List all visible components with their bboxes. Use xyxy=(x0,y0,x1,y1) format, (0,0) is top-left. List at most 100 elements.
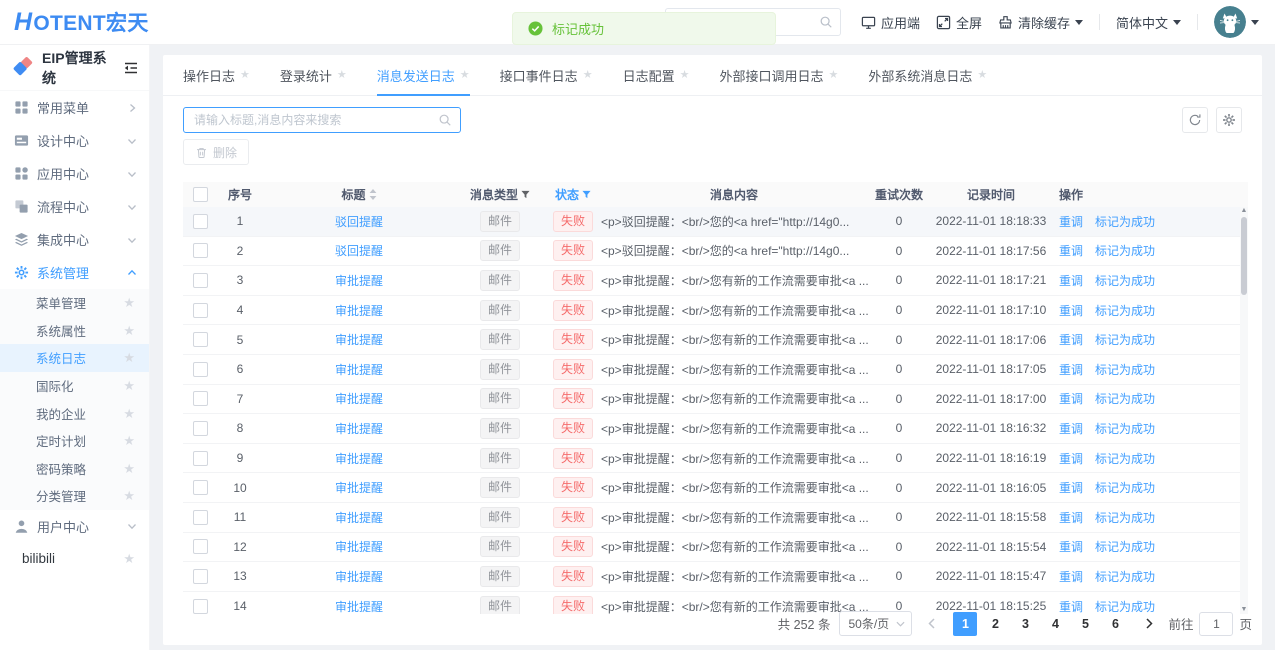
favorite-star-icon[interactable]: ★ xyxy=(828,70,838,81)
clear-cache-button[interactable]: 清除缓存 xyxy=(998,13,1083,32)
search-icon[interactable] xyxy=(819,15,833,29)
sidebar-subitem[interactable]: 国际化★ xyxy=(0,372,149,400)
retry-action-link[interactable]: 重调 xyxy=(1059,361,1083,378)
row-checkbox[interactable] xyxy=(193,510,208,525)
prev-page-button[interactable] xyxy=(921,612,941,636)
tab-2[interactable]: 登录统计★ xyxy=(280,55,347,95)
scroll-up-arrow[interactable]: ▲ xyxy=(1240,207,1248,215)
mark-success-action-link[interactable]: 标记为成功 xyxy=(1095,568,1155,585)
column-header-status[interactable]: 状态 xyxy=(545,186,601,203)
user-menu[interactable] xyxy=(1214,6,1259,38)
retry-action-link[interactable]: 重调 xyxy=(1059,213,1083,230)
message-title-link[interactable]: 审批提醒 xyxy=(335,274,383,288)
fullscreen-button[interactable]: 全屏 xyxy=(936,13,982,32)
tab-7[interactable]: 外部系统消息日志★ xyxy=(868,55,987,95)
message-title-link[interactable]: 审批提醒 xyxy=(335,570,383,584)
tab-4[interactable]: 接口事件日志★ xyxy=(500,55,593,95)
sort-icon[interactable] xyxy=(369,189,377,200)
search-icon[interactable] xyxy=(438,113,452,127)
message-title-link[interactable]: 驳回提醒 xyxy=(335,244,383,258)
sidebar-subitem[interactable]: 我的企业★ xyxy=(0,399,149,427)
retry-action-link[interactable]: 重调 xyxy=(1059,479,1083,496)
mark-success-action-link[interactable]: 标记为成功 xyxy=(1095,213,1155,230)
sidebar-subitem[interactable]: 密码策略★ xyxy=(0,455,149,483)
table-scrollbar[interactable]: ▲ ▼ xyxy=(1240,207,1248,614)
scrollbar-thumb[interactable] xyxy=(1241,217,1247,295)
row-checkbox[interactable] xyxy=(193,362,208,377)
select-all-checkbox[interactable] xyxy=(193,187,208,202)
filter-icon[interactable] xyxy=(521,190,530,199)
sidebar-subitem[interactable]: 分类管理★ xyxy=(0,482,149,510)
retry-action-link[interactable]: 重调 xyxy=(1059,242,1083,259)
message-title-link[interactable]: 审批提醒 xyxy=(335,511,383,525)
message-title-link[interactable]: 审批提醒 xyxy=(335,540,383,554)
favorite-star-icon[interactable]: ★ xyxy=(123,296,135,309)
page-size-select[interactable]: 50条/页 xyxy=(839,611,912,636)
retry-action-link[interactable]: 重调 xyxy=(1059,302,1083,319)
retry-action-link[interactable]: 重调 xyxy=(1059,568,1083,585)
favorite-star-icon[interactable]: ★ xyxy=(123,407,135,420)
goto-page-input[interactable] xyxy=(1199,612,1233,636)
mark-success-action-link[interactable]: 标记为成功 xyxy=(1095,509,1155,526)
mark-success-action-link[interactable]: 标记为成功 xyxy=(1095,479,1155,496)
row-checkbox[interactable] xyxy=(193,273,208,288)
page-number-6[interactable]: 6 xyxy=(1103,612,1127,636)
filter-icon[interactable] xyxy=(582,190,591,199)
sidebar-subitem[interactable]: 菜单管理★ xyxy=(0,289,149,317)
tab-5[interactable]: 日志配置★ xyxy=(623,55,690,95)
favorite-star-icon[interactable]: ★ xyxy=(123,462,135,475)
mark-success-action-link[interactable]: 标记为成功 xyxy=(1095,450,1155,467)
sidebar-item[interactable]: 用户中心 xyxy=(0,510,149,543)
mark-success-action-link[interactable]: 标记为成功 xyxy=(1095,361,1155,378)
table-search-input[interactable] xyxy=(183,107,461,133)
column-settings-button[interactable] xyxy=(1216,107,1242,133)
tab-1[interactable]: 操作日志★ xyxy=(183,55,250,95)
mark-success-action-link[interactable]: 标记为成功 xyxy=(1095,538,1155,555)
page-number-4[interactable]: 4 xyxy=(1043,612,1067,636)
sidebar-subitem[interactable]: bilibili★ xyxy=(0,543,149,575)
retry-action-link[interactable]: 重调 xyxy=(1059,538,1083,555)
delete-button[interactable]: 删除 xyxy=(183,139,249,165)
collapse-sidebar-icon[interactable] xyxy=(123,60,139,76)
app-client-button[interactable]: 应用端 xyxy=(861,13,920,32)
retry-action-link[interactable]: 重调 xyxy=(1059,450,1083,467)
avatar[interactable] xyxy=(1214,6,1246,38)
favorite-star-icon[interactable]: ★ xyxy=(123,324,135,337)
message-title-link[interactable]: 审批提醒 xyxy=(335,363,383,377)
favorite-star-icon[interactable]: ★ xyxy=(123,434,135,447)
message-title-link[interactable]: 审批提醒 xyxy=(335,304,383,318)
favorite-star-icon[interactable]: ★ xyxy=(123,379,135,392)
tab-3[interactable]: 消息发送日志★ xyxy=(377,55,470,95)
message-title-link[interactable]: 审批提醒 xyxy=(335,422,383,436)
row-checkbox[interactable] xyxy=(193,480,208,495)
sidebar-subitem[interactable]: 定时计划★ xyxy=(0,427,149,455)
retry-action-link[interactable]: 重调 xyxy=(1059,272,1083,289)
message-title-link[interactable]: 审批提醒 xyxy=(335,452,383,466)
row-checkbox[interactable] xyxy=(193,391,208,406)
row-checkbox[interactable] xyxy=(193,539,208,554)
refresh-button[interactable] xyxy=(1182,107,1208,133)
retry-action-link[interactable]: 重调 xyxy=(1059,390,1083,407)
language-selector[interactable]: 简体中文 xyxy=(1116,13,1181,32)
mark-success-action-link[interactable]: 标记为成功 xyxy=(1095,272,1155,289)
sidebar-subitem[interactable]: 系统日志★ xyxy=(0,344,149,372)
favorite-star-icon[interactable]: ★ xyxy=(123,552,135,565)
retry-action-link[interactable]: 重调 xyxy=(1059,331,1083,348)
row-checkbox[interactable] xyxy=(193,569,208,584)
tab-6[interactable]: 外部接口调用日志★ xyxy=(719,55,838,95)
column-header-title[interactable]: 标题 xyxy=(263,186,455,203)
favorite-star-icon[interactable]: ★ xyxy=(123,489,135,502)
message-title-link[interactable]: 审批提醒 xyxy=(335,392,383,406)
favorite-star-icon[interactable]: ★ xyxy=(460,70,470,81)
row-checkbox[interactable] xyxy=(193,599,208,614)
page-number-3[interactable]: 3 xyxy=(1013,612,1037,636)
row-checkbox[interactable] xyxy=(193,303,208,318)
row-checkbox[interactable] xyxy=(193,332,208,347)
sidebar-item[interactable]: 集成中心 xyxy=(0,223,149,256)
sidebar-item[interactable]: 常用菜单 xyxy=(0,91,149,124)
row-checkbox[interactable] xyxy=(193,214,208,229)
mark-success-action-link[interactable]: 标记为成功 xyxy=(1095,242,1155,259)
sidebar-item[interactable]: 系统管理 xyxy=(0,256,149,289)
row-checkbox[interactable] xyxy=(193,451,208,466)
sidebar-item[interactable]: 流程中心 xyxy=(0,190,149,223)
